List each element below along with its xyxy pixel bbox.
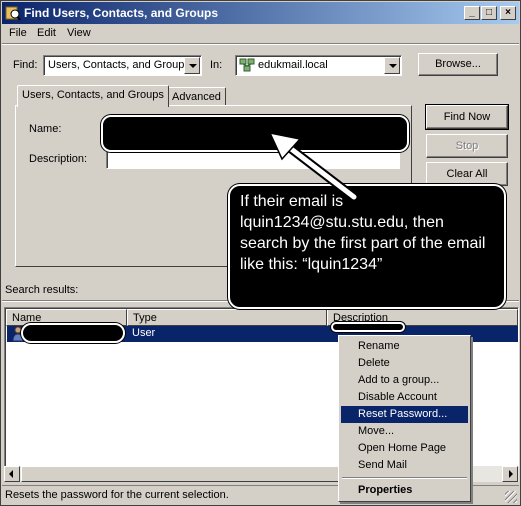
- find-people-icon: [5, 6, 21, 21]
- chevron-down-icon[interactable]: [184, 57, 200, 74]
- chevron-left-icon: [9, 470, 13, 478]
- ctx-properties[interactable]: Properties: [341, 482, 468, 499]
- ctx-add-to-group[interactable]: Add to a group...: [341, 372, 468, 389]
- ctx-separator: [342, 477, 467, 479]
- ctx-delete[interactable]: Delete: [341, 355, 468, 372]
- resize-grip-icon[interactable]: [505, 491, 517, 503]
- tab-users-contacts-groups[interactable]: Users, Contacts, and Groups: [17, 85, 169, 107]
- maximize-button[interactable]: □: [481, 6, 497, 20]
- chevron-right-icon: [509, 470, 513, 478]
- browse-button[interactable]: Browse...: [418, 53, 498, 76]
- find-label: Find:: [13, 59, 38, 71]
- context-menu: Rename Delete Add to a group... Disable …: [338, 335, 471, 502]
- ctx-disable-account[interactable]: Disable Account: [341, 389, 468, 406]
- name-label: Name:: [29, 123, 62, 135]
- stop-button[interactable]: Stop: [426, 134, 508, 158]
- status-text: Resets the password for the current sele…: [5, 489, 229, 501]
- window-title: Find Users, Contacts, and Groups: [24, 6, 219, 20]
- minimize-button[interactable]: _: [464, 6, 480, 20]
- scroll-left-button[interactable]: [4, 466, 20, 482]
- ctx-send-mail[interactable]: Send Mail: [341, 457, 468, 474]
- annotation-arrow: [268, 131, 359, 202]
- row-description-redacted: [331, 322, 405, 332]
- ctx-reset-password[interactable]: Reset Password...: [341, 406, 468, 423]
- menu-file[interactable]: File: [9, 27, 27, 39]
- in-location-select[interactable]: edukmail.local: [235, 55, 402, 76]
- menu-bar: File Edit View: [2, 24, 519, 43]
- column-header-type[interactable]: Type: [127, 309, 327, 326]
- scroll-right-button[interactable]: [502, 466, 518, 482]
- search-results-label: Search results:: [5, 284, 79, 296]
- menu-view[interactable]: View: [67, 27, 91, 39]
- find-type-select[interactable]: Users, Contacts, and Groups: [43, 55, 202, 76]
- find-now-button[interactable]: Find Now: [425, 104, 509, 130]
- close-button[interactable]: ×: [500, 6, 516, 20]
- menu-separator: [2, 43, 519, 45]
- row-type: User: [132, 327, 156, 339]
- domain-icon: [239, 58, 255, 72]
- tab-advanced[interactable]: Advanced: [167, 87, 226, 107]
- ctx-rename[interactable]: Rename: [341, 338, 468, 355]
- in-label: In:: [210, 59, 223, 71]
- ctx-open-home-page[interactable]: Open Home Page: [341, 440, 468, 457]
- menu-edit[interactable]: Edit: [37, 27, 56, 39]
- find-window: Find Users, Contacts, and Groups _ □ × F…: [0, 0, 521, 506]
- row-name-redacted: [21, 323, 125, 343]
- chevron-down-icon[interactable]: [384, 57, 400, 74]
- title-bar[interactable]: Find Users, Contacts, and Groups _ □ ×: [2, 2, 519, 24]
- description-label: Description:: [29, 153, 88, 165]
- ctx-move[interactable]: Move...: [341, 423, 468, 440]
- clear-all-button[interactable]: Clear All: [426, 162, 508, 186]
